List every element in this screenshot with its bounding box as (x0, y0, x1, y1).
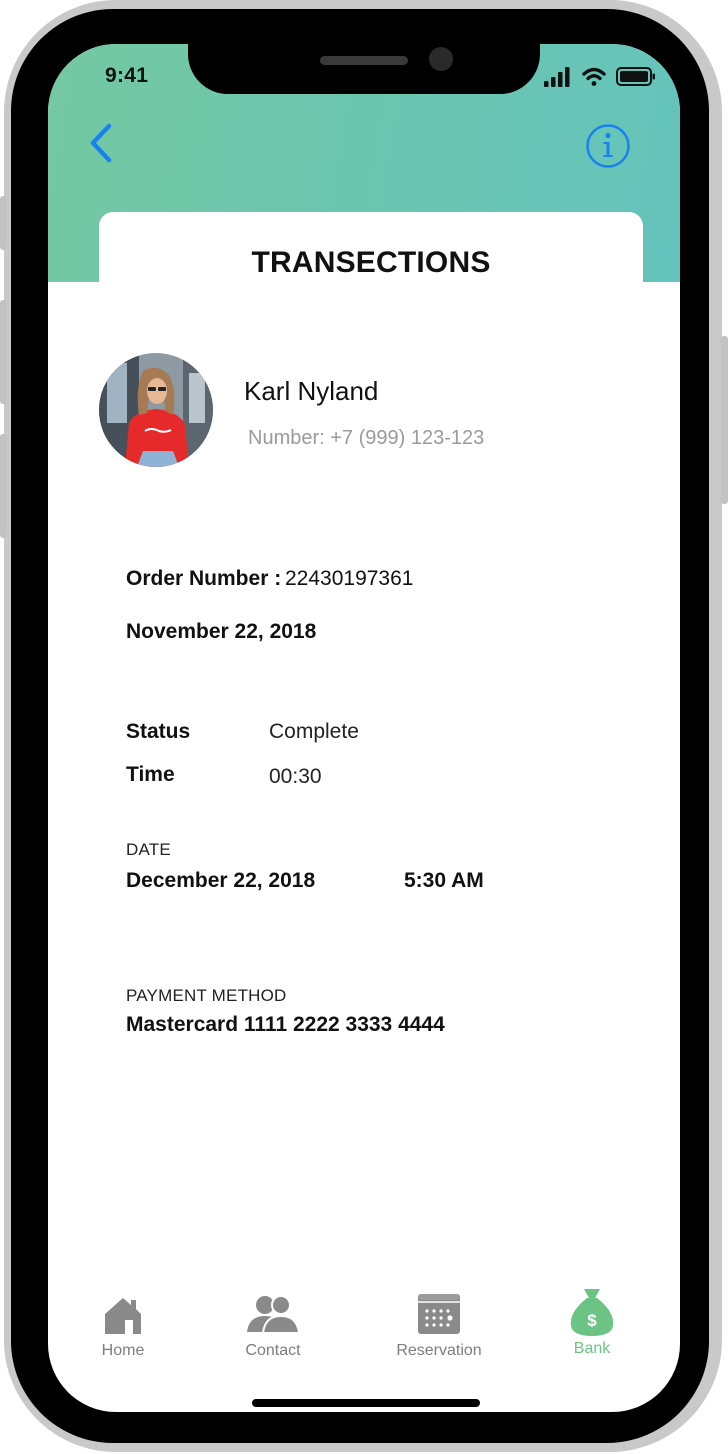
front-camera (429, 47, 453, 71)
tab-home[interactable]: Home (68, 1292, 178, 1372)
tab-contact[interactable]: Contact (218, 1292, 328, 1372)
tab-reservation[interactable]: Reservation (384, 1292, 494, 1372)
silent-switch (0, 196, 7, 250)
signal-icon (544, 67, 570, 87)
transaction-date: December 22, 2018 (126, 869, 316, 892)
info-icon (586, 124, 630, 168)
power-button (721, 336, 728, 504)
transaction-time: 5:30 AM (404, 869, 484, 892)
info-button[interactable] (584, 122, 632, 170)
status-label: Status (126, 720, 191, 743)
status-bar-time: 9:41 (105, 64, 149, 87)
status-value: Complete (269, 720, 359, 743)
time-label: Time (126, 763, 175, 786)
time-value: 00:30 (269, 765, 322, 788)
tab-bank[interactable]: $ Bank (537, 1289, 647, 1372)
tab-reservation-label: Reservation (396, 1342, 482, 1359)
date-section-label: DATE (126, 840, 171, 859)
page-title: TRANSECTIONS (251, 246, 491, 279)
order-number-label: Order Number : (126, 567, 282, 590)
user-name: Karl Nyland (244, 376, 379, 406)
battery-icon (616, 67, 655, 86)
calendar-icon (418, 1294, 460, 1334)
speaker-grille (320, 56, 408, 65)
order-date: November 22, 2018 (126, 620, 317, 643)
user-phone-number: Number: +7 (999) 123-123 (248, 427, 485, 449)
tab-bank-label: Bank (573, 1340, 611, 1357)
volume-down-button (0, 434, 7, 538)
title-card: TRANSECTIONS (99, 212, 643, 292)
payment-method-label: PAYMENT METHOD (126, 986, 287, 1005)
tab-contact-label: Contact (245, 1342, 301, 1359)
wifi-icon (582, 67, 606, 86)
payment-method-value: Mastercard 1111 2222 3333 4444 (126, 1013, 445, 1036)
status-bar-icons (544, 67, 655, 87)
home-icon (105, 1298, 141, 1334)
avatar (99, 353, 213, 467)
volume-up-button (0, 300, 7, 404)
profile-photo (99, 353, 213, 467)
money-bag-icon: $ (570, 1289, 614, 1336)
notch (188, 44, 540, 94)
order-number-value: 22430197361 (285, 567, 414, 590)
back-button[interactable] (86, 122, 118, 164)
app-screen: 9:41 TRANSECTIONS Karl Nyland Number: +7… (48, 44, 680, 1412)
contacts-icon (247, 1295, 301, 1334)
chevron-left-icon (90, 123, 112, 163)
home-indicator (252, 1399, 480, 1407)
svg-text:$: $ (587, 1311, 597, 1330)
tab-home-label: Home (101, 1342, 145, 1359)
